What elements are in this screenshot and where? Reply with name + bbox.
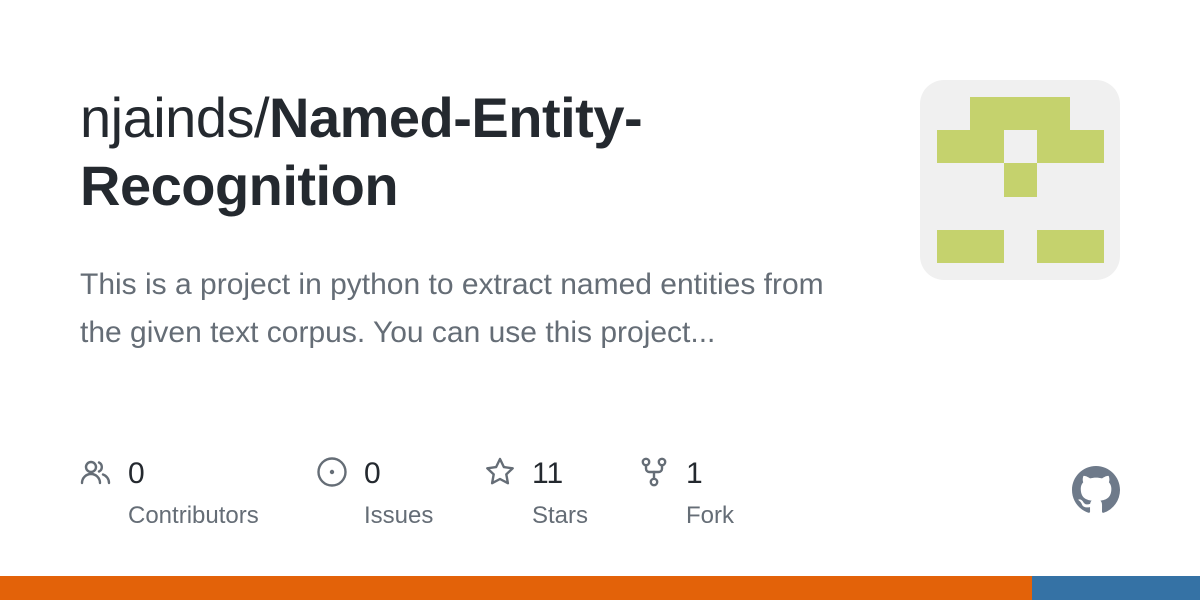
repo-description: This is a project in python to extract n…: [80, 268, 824, 349]
stars-label: Stars: [532, 502, 589, 529]
language-segment-primary: [0, 576, 1032, 600]
star-icon: [486, 457, 514, 485]
forks-label: Fork: [686, 502, 734, 529]
owner-avatar[interactable]: [920, 80, 1120, 280]
forks-count: 1: [686, 457, 703, 490]
repo-title[interactable]: njainds/Named-Entity-Recognition: [80, 84, 840, 220]
stars-count: 11: [532, 457, 564, 490]
contributors-label: Contributors: [128, 502, 259, 529]
language-bar: [0, 576, 1200, 600]
fork-icon: [641, 457, 667, 487]
people-icon: [80, 460, 111, 485]
repo-owner[interactable]: njainds/: [80, 86, 270, 149]
contributors-count: 0: [128, 457, 145, 490]
issues-count: 0: [364, 457, 381, 490]
issues-label: Issues: [364, 502, 434, 529]
github-mark-icon[interactable]: [1072, 466, 1120, 514]
language-segment-secondary: [1032, 576, 1200, 600]
identicon-avatar: [937, 97, 1104, 263]
issue-icon: [317, 457, 347, 487]
